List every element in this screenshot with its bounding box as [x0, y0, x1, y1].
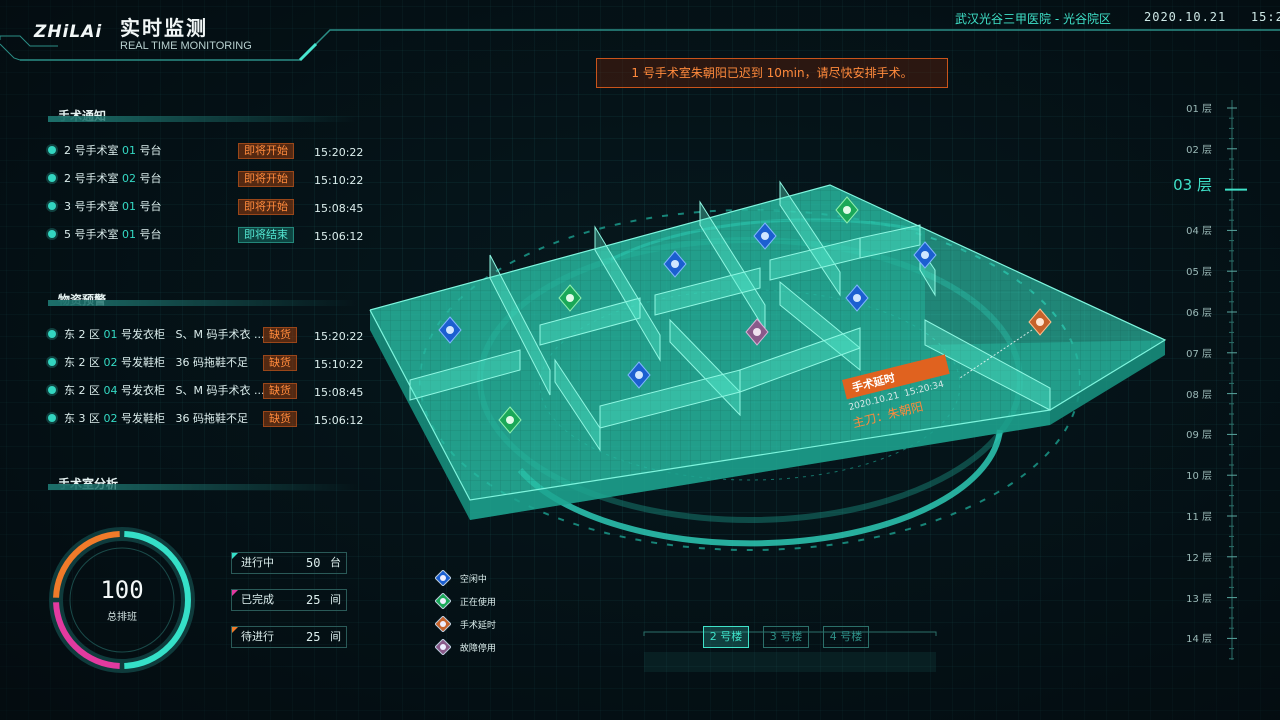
datetime-display: 2020.10.21 15:20:34	[1144, 10, 1280, 24]
warning-time: 15:20:22	[314, 330, 364, 343]
notice-time: 15:06:12	[314, 230, 364, 243]
room-label: 2 号手术室 02 号台	[64, 172, 162, 185]
legend-item: 正在使用	[434, 592, 496, 610]
legend-item: 空闲中	[434, 569, 487, 587]
status-marker-icon	[434, 569, 452, 587]
surgery-notice-bar	[48, 116, 358, 122]
floor-item-8[interactable]: 08 层	[1186, 386, 1212, 401]
app-logo: ZHiLAi	[34, 22, 103, 42]
status-badge: 即将开始	[238, 171, 294, 187]
status-dot-icon	[48, 174, 56, 182]
building-tab-3[interactable]: 3 号楼	[763, 626, 809, 648]
status-marker-icon	[434, 615, 452, 633]
supply-warning-row[interactable]: 东 3 区 02 号发鞋柜 36 码拖鞋不足 缺货 15:06:12	[48, 411, 368, 427]
stock-status-badge: 缺货	[263, 355, 297, 371]
room-label: 5 号手术室 01 号台	[64, 228, 162, 241]
floor-item-5[interactable]: 05 层	[1186, 263, 1212, 278]
stat-value: 25	[306, 630, 321, 644]
corner-marker-icon	[232, 627, 238, 633]
alert-banner[interactable]: 1 号手术室朱朝阳已迟到 10min，请尽快安排手术。	[596, 58, 948, 88]
floor-scale	[1225, 100, 1247, 660]
supply-warning-row[interactable]: 东 2 区 04 号发衣柜 S、M 码手术衣 ... 缺货 15:08:45	[48, 383, 368, 399]
legend-item: 手术延时	[434, 615, 496, 633]
status-badge: 即将开始	[238, 199, 294, 215]
notice-time: 15:20:22	[314, 146, 364, 159]
building-tab-4[interactable]: 4 号楼	[823, 626, 869, 648]
supply-label: 东 2 区 04 号发衣柜 S、M 码手术衣 ...	[64, 384, 265, 397]
legend-label: 正在使用	[459, 597, 496, 608]
floor-item-10[interactable]: 10 层	[1186, 467, 1212, 482]
corner-marker-icon	[232, 590, 238, 596]
building-tab-2[interactable]: 2 号楼	[703, 626, 749, 648]
total-schedule-value: 100	[100, 576, 144, 604]
legend-label: 空闲中	[459, 574, 487, 585]
supply-label: 东 2 区 01 号发衣柜 S、M 码手术衣 ...	[64, 328, 265, 341]
supply-label: 东 2 区 02 号发鞋柜 36 码拖鞋不足	[64, 356, 248, 369]
supply-warning-bar	[48, 300, 358, 306]
stat-label: 已完成	[241, 593, 274, 606]
floor-item-4[interactable]: 04 层	[1186, 222, 1212, 237]
floor-item-13[interactable]: 13 层	[1186, 590, 1212, 605]
stat-0: 进行中 50 台	[231, 552, 347, 574]
room-label: 3 号手术室 01 号台	[64, 200, 162, 213]
supply-label: 东 3 区 02 号发鞋柜 36 码拖鞋不足	[64, 412, 248, 425]
stat-value: 25	[306, 593, 321, 607]
floor-item-12[interactable]: 12 层	[1186, 549, 1212, 564]
stock-status-badge: 缺货	[263, 383, 297, 399]
status-dot-icon	[48, 386, 56, 394]
floor-item-3[interactable]: 03 层	[1173, 174, 1212, 195]
legend-item: 故障停用	[434, 638, 496, 656]
floor-plan-3d[interactable]	[360, 170, 1180, 560]
surgery-notice-row[interactable]: 2 号手术室 02 号台 即将开始 15:10:22	[48, 171, 368, 187]
stat-label: 待进行	[241, 630, 274, 643]
stock-status-badge: 缺货	[263, 411, 297, 427]
warning-time: 15:08:45	[314, 386, 364, 399]
stat-unit: 间	[330, 630, 341, 643]
surgery-notice-row[interactable]: 2 号手术室 01 号台 即将开始 15:20:22	[48, 143, 368, 159]
status-dot-icon	[48, 414, 56, 422]
status-marker-icon	[434, 638, 452, 656]
warning-time: 15:10:22	[314, 358, 364, 371]
status-badge: 即将结束	[238, 227, 294, 243]
stock-status-badge: 缺货	[263, 327, 297, 343]
page-title: 实时监测	[120, 16, 208, 40]
stat-unit: 台	[330, 556, 341, 569]
stat-2: 待进行 25 间	[231, 626, 347, 648]
floor-item-6[interactable]: 06 层	[1186, 304, 1212, 319]
floor-item-14[interactable]: 14 层	[1186, 630, 1212, 645]
status-dot-icon	[48, 230, 56, 238]
legend-label: 故障停用	[459, 643, 496, 654]
stat-1: 已完成 25 间	[231, 589, 347, 611]
status-marker-icon	[434, 592, 452, 610]
page-subtitle: REAL TIME MONITORING	[120, 40, 252, 52]
room-label: 2 号手术室 01 号台	[64, 144, 162, 157]
status-badge: 即将开始	[238, 143, 294, 159]
room-analysis-bar	[48, 484, 358, 490]
surgery-notice-row[interactable]: 5 号手术室 01 号台 即将结束 15:06:12	[48, 227, 368, 243]
status-dot-icon	[48, 146, 56, 154]
notice-time: 15:08:45	[314, 202, 364, 215]
floor-item-2[interactable]: 02 层	[1186, 141, 1212, 156]
stat-label: 进行中	[241, 556, 274, 569]
floor-item-9[interactable]: 09 层	[1186, 426, 1212, 441]
stat-value: 50	[306, 556, 321, 570]
floor-item-7[interactable]: 07 层	[1186, 345, 1212, 360]
legend-label: 手术延时	[459, 620, 496, 631]
corner-marker-icon	[232, 553, 238, 559]
floor-item-1[interactable]: 01 层	[1186, 100, 1212, 115]
floor-item-11[interactable]: 11 层	[1186, 508, 1212, 523]
status-dot-icon	[48, 330, 56, 338]
total-schedule-label: 总排班	[107, 612, 137, 623]
stat-unit: 间	[330, 593, 341, 606]
supply-warning-row[interactable]: 东 2 区 02 号发鞋柜 36 码拖鞋不足 缺货 15:10:22	[48, 355, 368, 371]
status-dot-icon	[48, 202, 56, 210]
surgery-notice-row[interactable]: 3 号手术室 01 号台 即将开始 15:08:45	[48, 199, 368, 215]
notice-time: 15:10:22	[314, 174, 364, 187]
hospital-name: 武汉光谷三甲医院 - 光谷院区	[955, 12, 1111, 26]
supply-warning-row[interactable]: 东 2 区 01 号发衣柜 S、M 码手术衣 ... 缺货 15:20:22	[48, 327, 368, 343]
status-dot-icon	[48, 358, 56, 366]
warning-time: 15:06:12	[314, 414, 364, 427]
